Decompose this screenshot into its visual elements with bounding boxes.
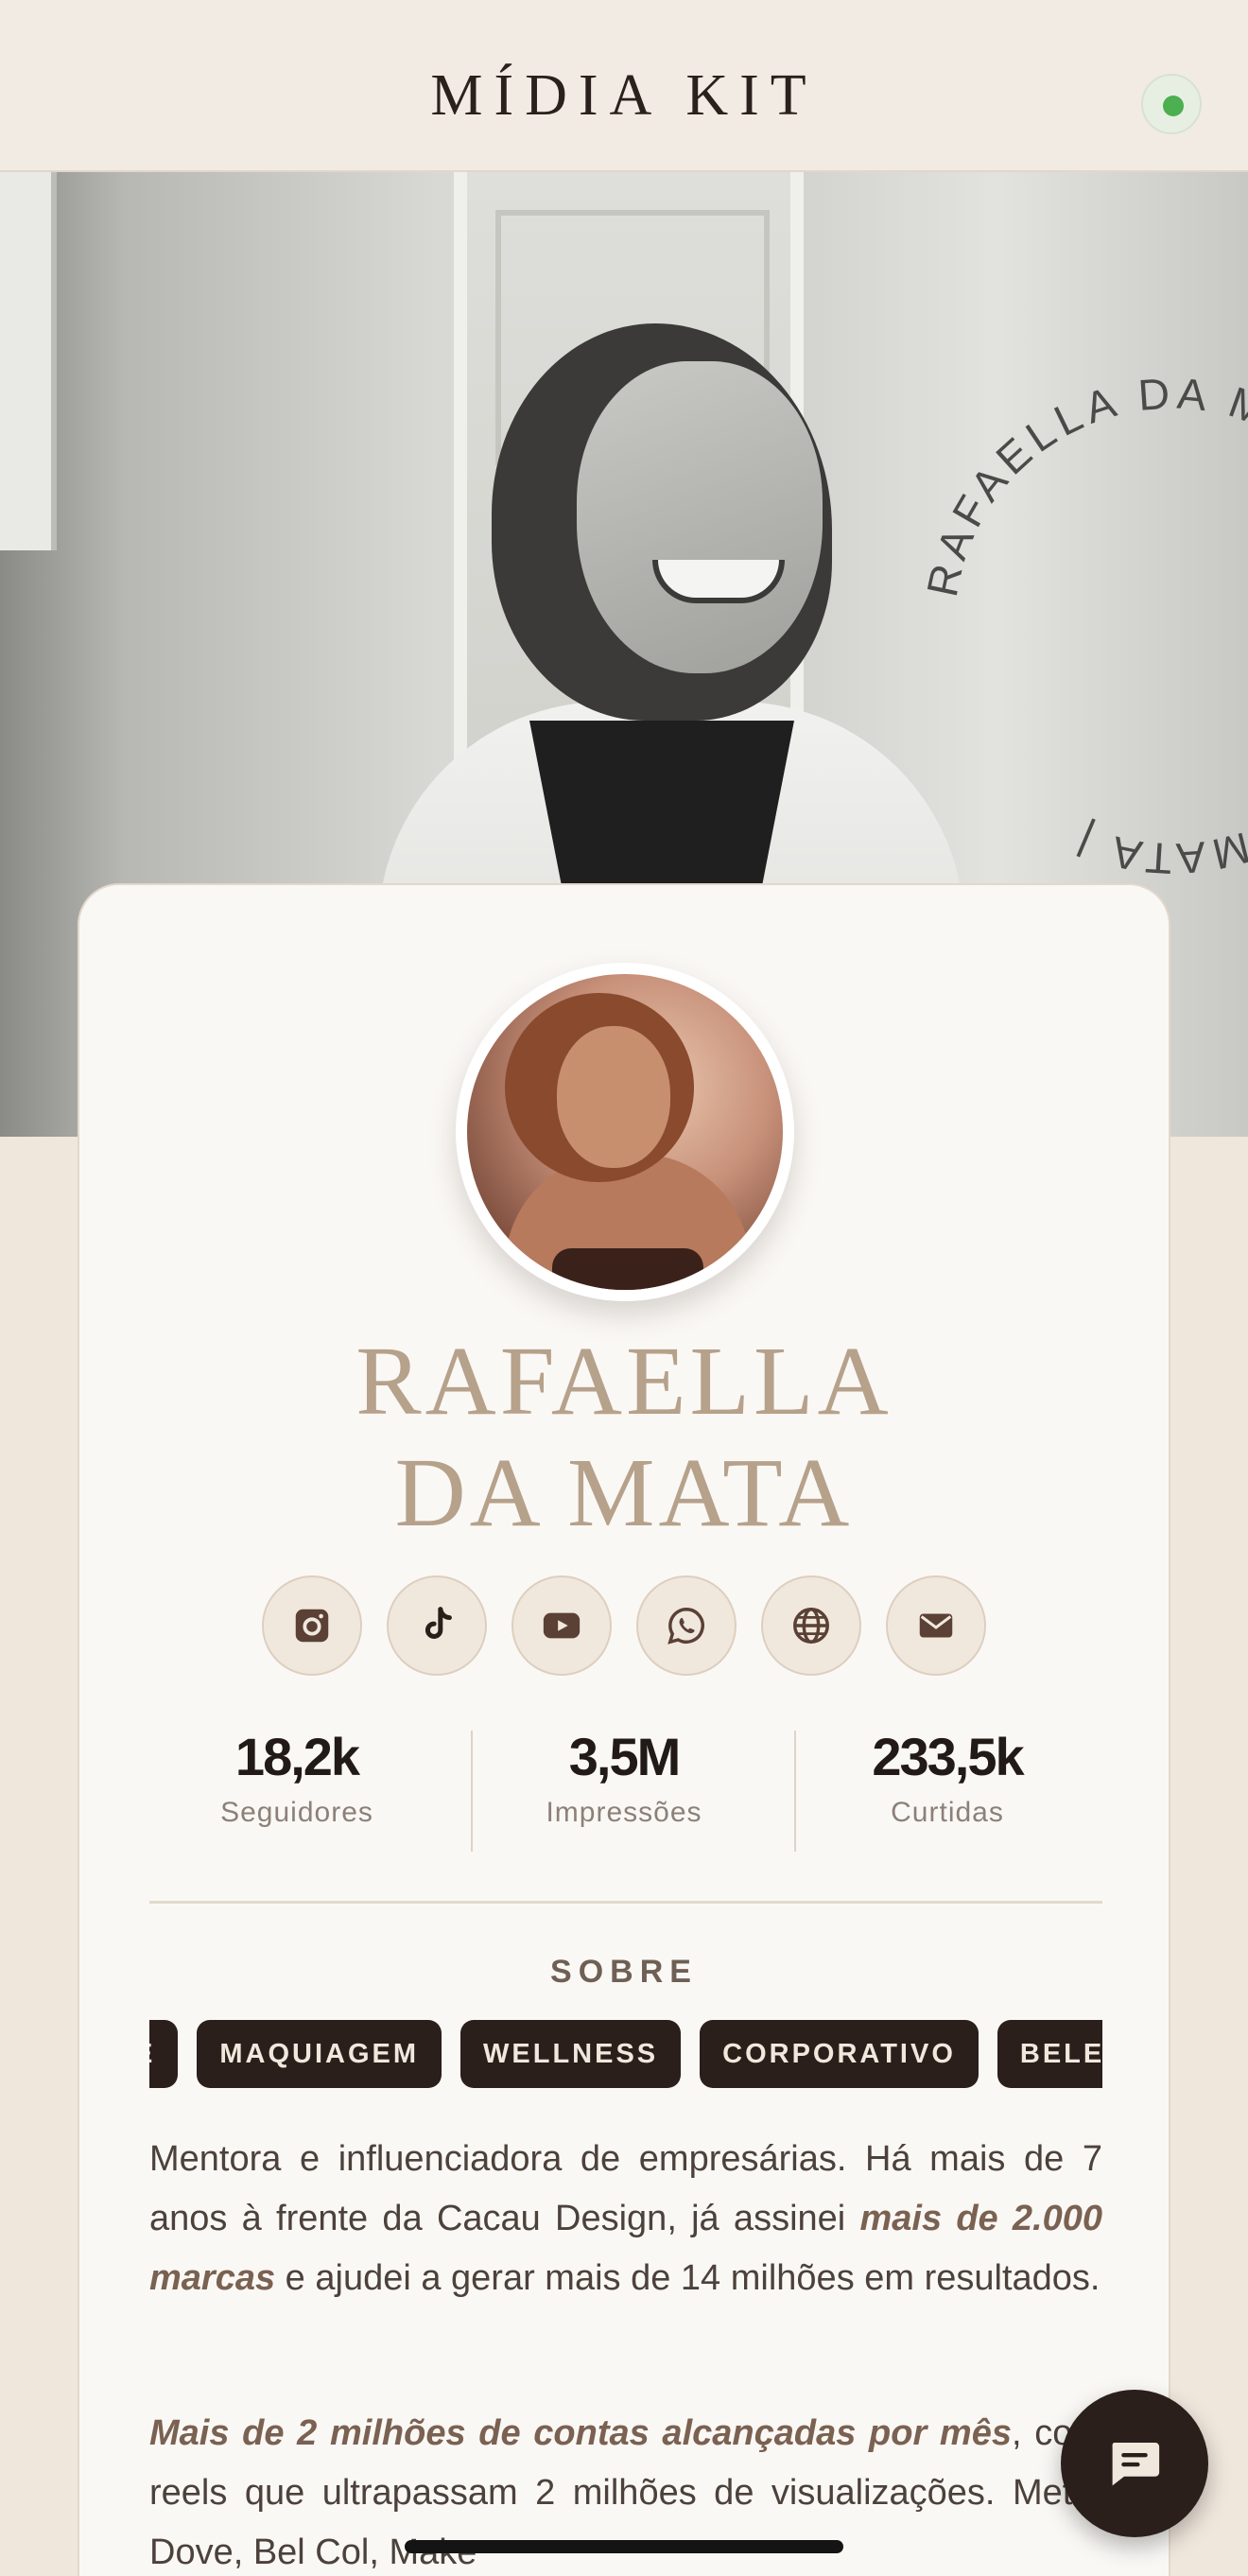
home-indicator[interactable] bbox=[405, 2540, 843, 2553]
profile-name: RAFAELLA DA MATA bbox=[79, 1326, 1169, 1549]
stat-label: Seguidores bbox=[220, 1797, 373, 1828]
whatsapp-button[interactable] bbox=[636, 1575, 737, 1676]
stat-divider bbox=[794, 1731, 796, 1852]
tiktok-icon bbox=[425, 1607, 452, 1639]
tag-chip[interactable]: BELEZA bbox=[997, 2020, 1102, 2088]
chat-button[interactable] bbox=[1061, 2390, 1208, 2537]
profile-card: RAFAELLA DA MATA 18,2k Seguidores 3,5M I… bbox=[78, 883, 1170, 2576]
tag-chip[interactable]: CORPORATIVO bbox=[700, 2020, 979, 2088]
stat-value: 18,2k bbox=[234, 1727, 360, 1786]
about-section-title: SOBRE bbox=[550, 1954, 698, 1990]
stat-followers: 18,2k Seguidores bbox=[155, 1727, 439, 1829]
avatar-photo bbox=[467, 974, 783, 1290]
highlight-text: Mais de 2 milhões de contas alcançadas p… bbox=[149, 2413, 1012, 2453]
stat-value: 233,5k bbox=[872, 1727, 1024, 1786]
svg-text:RAFAELLA DA MATA | RAFAELLA DA: RAFAELLA DA MATA | RAFAELLA DA MATA | bbox=[917, 368, 1248, 883]
stat-impressions: 3,5M Impressões bbox=[482, 1727, 766, 1829]
stat-likes: 233,5k Curtidas bbox=[806, 1727, 1089, 1829]
app-header: MÍDIA KIT bbox=[0, 0, 1248, 172]
circular-text: RAFAELLA DA MATA | RAFAELLA DA MATA | bbox=[917, 368, 1248, 883]
stat-label: Impressões bbox=[546, 1797, 702, 1828]
tag-chip[interactable]: E bbox=[149, 2020, 179, 2088]
tag-chip[interactable]: MAQUIAGEM bbox=[197, 2020, 442, 2088]
stat-label: Curtidas bbox=[891, 1797, 1004, 1828]
profile-name-line2: DA MATA bbox=[394, 1438, 854, 1547]
chat-icon bbox=[1112, 2443, 1160, 2486]
instagram-button[interactable] bbox=[262, 1575, 362, 1676]
stats-row: 18,2k Seguidores 3,5M Impressões 233,5k … bbox=[149, 1727, 1102, 1852]
stat-value: 3,5M bbox=[568, 1727, 682, 1786]
page-title: MÍDIA KIT bbox=[430, 63, 818, 128]
tiktok-button[interactable] bbox=[387, 1575, 487, 1676]
tag-chip[interactable]: WELLNESS bbox=[460, 2020, 682, 2088]
about-paragraph-1: Mentora e influenciadora de empresárias.… bbox=[149, 2139, 1103, 2298]
email-button[interactable] bbox=[886, 1575, 986, 1676]
person-face bbox=[577, 361, 823, 673]
picture-frame bbox=[0, 172, 57, 550]
status-dot-icon bbox=[1163, 96, 1184, 116]
website-button[interactable] bbox=[761, 1575, 861, 1676]
stat-divider bbox=[471, 1731, 473, 1852]
profile-name-line1: RAFAELLA bbox=[355, 1327, 893, 1436]
youtube-button[interactable] bbox=[511, 1575, 612, 1676]
whatsapp-icon bbox=[667, 1608, 704, 1645]
online-status-indicator bbox=[1141, 74, 1202, 134]
mail-icon bbox=[919, 1613, 953, 1638]
section-divider bbox=[149, 1901, 1102, 1904]
tags-carousel[interactable]: E MAQUIAGEM WELLNESS CORPORATIVO BELEZA bbox=[149, 2020, 1102, 2092]
circular-name-stamp: RAFAELLA DA MATA | RAFAELLA DA MATA | bbox=[917, 368, 1248, 883]
avatar bbox=[456, 963, 794, 1301]
instagram-icon bbox=[295, 1609, 329, 1643]
globe-icon bbox=[793, 1608, 829, 1644]
social-links bbox=[262, 1575, 986, 1680]
youtube-icon bbox=[543, 1612, 581, 1639]
